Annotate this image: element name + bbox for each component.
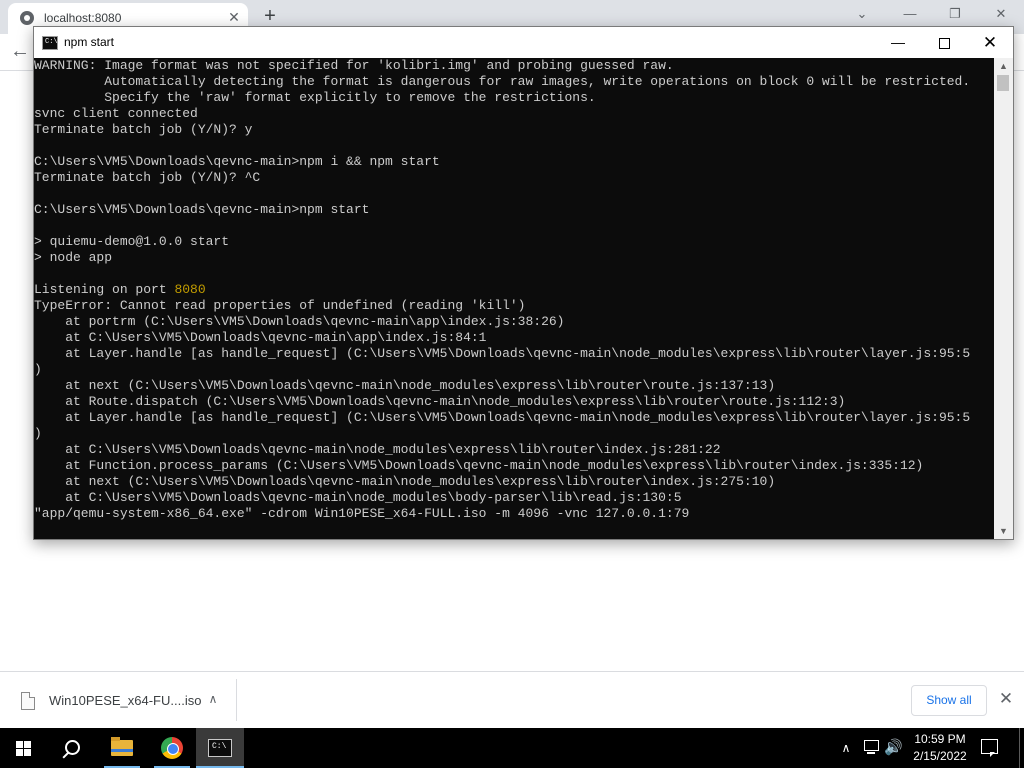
console-line: Specify the 'raw' format explicitly to r… — [34, 90, 596, 105]
console-line: Terminate batch job (Y/N)? ^C — [34, 170, 261, 185]
downloads-bar: Win10PESE_x64-FU....iso ∧ Show all ✕ — [0, 671, 1024, 729]
console-line: at next (C:\Users\VM5\Downloads\qevnc-ma… — [34, 378, 776, 393]
console-line: C:\Users\VM5\Downloads\qevnc-main>npm i … — [34, 154, 440, 169]
console-line: ) — [34, 426, 42, 441]
taskbar: C:\ ∧ 🔊 10:59 PM 2/15/2022 — [0, 728, 1024, 768]
tab-title: localhost:8080 — [44, 11, 122, 25]
browser-close-button[interactable]: ✕ — [989, 4, 1013, 24]
console-line: at Route.dispatch (C:\Users\VM5\Download… — [34, 394, 846, 409]
console-line: TypeError: Cannot read properties of und… — [34, 298, 526, 313]
clock-date: 2/15/2022 — [913, 749, 967, 763]
console-line: at Layer.handle [as handle_request] (C:\… — [34, 346, 971, 361]
show-desktop-button[interactable] — [1019, 728, 1024, 768]
show-all-button[interactable]: Show all — [911, 685, 987, 716]
console-window: C:\ npm start — ✕ WARNING: Image format … — [33, 26, 1014, 540]
console-maximize-button[interactable] — [921, 27, 967, 58]
console-text: WARNING: Image format was not specified … — [34, 58, 994, 522]
download-filename[interactable]: Win10PESE_x64-FU....iso — [49, 693, 201, 708]
console-titlebar[interactable]: C:\ npm start — ✕ — [34, 27, 1013, 58]
scroll-up-arrow-icon[interactable]: ▲ — [994, 58, 1013, 74]
browser-minimize-button[interactable]: — — [898, 4, 922, 24]
console-close-button[interactable]: ✕ — [967, 27, 1013, 58]
console-scrollbar[interactable]: ▲ ▼ — [994, 58, 1013, 539]
console-line: "app/qemu-system-x86_64.exe" -cdrom Win1… — [34, 506, 690, 521]
console-line: at C:\Users\VM5\Downloads\qevnc-main\nod… — [34, 490, 682, 505]
console-line: ) — [34, 362, 42, 377]
terminal-icon: C:\ — [42, 36, 58, 50]
chevron-up-icon[interactable]: ∧ — [204, 690, 222, 708]
command-prompt-icon[interactable]: C:\ — [196, 728, 244, 768]
search-icon[interactable] — [48, 728, 96, 768]
console-line: Terminate batch job (Y/N)? y — [34, 122, 253, 137]
show-hidden-icons-chevron-icon[interactable]: ∧ — [838, 739, 854, 757]
divider — [236, 679, 237, 721]
console-output[interactable]: WARNING: Image format was not specified … — [34, 58, 994, 538]
console-line: at C:\Users\VM5\Downloads\qevnc-main\app… — [34, 330, 487, 345]
console-line: at portrm (C:\Users\VM5\Downloads\qevnc-… — [34, 314, 565, 329]
tab-search-chevron-icon[interactable]: ⌄ — [850, 4, 874, 24]
chrome-icon[interactable] — [148, 728, 196, 768]
back-arrow-icon[interactable]: ← — [10, 40, 34, 64]
console-line: svnc client connected — [34, 106, 198, 121]
scrollbar-thumb[interactable] — [997, 75, 1009, 91]
maximize-icon — [938, 37, 950, 49]
windows-start-icon[interactable] — [0, 728, 48, 768]
file-explorer-icon[interactable] — [98, 728, 146, 768]
volume-icon[interactable]: 🔊 — [884, 738, 906, 758]
console-line: Listening on port 8080 — [34, 282, 206, 297]
clock-time: 10:59 PM — [914, 732, 966, 746]
scroll-down-arrow-icon[interactable]: ▼ — [994, 523, 1013, 539]
globe-icon — [20, 11, 34, 25]
network-icon[interactable] — [862, 740, 880, 754]
console-line: at next (C:\Users\VM5\Downloads\qevnc-ma… — [34, 474, 776, 489]
clock[interactable]: 10:59 PM 2/15/2022 — [910, 731, 970, 767]
console-title: npm start — [64, 35, 115, 49]
console-line: at Layer.handle [as handle_request] (C:\… — [34, 410, 971, 425]
file-icon — [21, 692, 35, 710]
tab-close-icon[interactable]: ✕ — [226, 9, 242, 25]
console-line: at C:\Users\VM5\Downloads\qevnc-main\nod… — [34, 442, 721, 457]
console-line: WARNING: Image format was not specified … — [34, 58, 674, 73]
port-number: 8080 — [174, 282, 206, 297]
console-line: > quiemu-demo@1.0.0 start — [34, 234, 230, 249]
console-line: Automatically detecting the format is da… — [34, 74, 971, 89]
console-line: at Function.process_params (C:\Users\VM5… — [34, 458, 924, 473]
console-minimize-button[interactable]: — — [875, 27, 921, 58]
console-line: > node app — [34, 250, 113, 265]
notification-icon[interactable] — [978, 738, 1000, 758]
browser-restore-button[interactable]: ❐ — [943, 4, 967, 24]
downloads-close-icon[interactable]: ✕ — [996, 688, 1016, 710]
console-line: C:\Users\VM5\Downloads\qevnc-main>npm st… — [34, 202, 370, 217]
